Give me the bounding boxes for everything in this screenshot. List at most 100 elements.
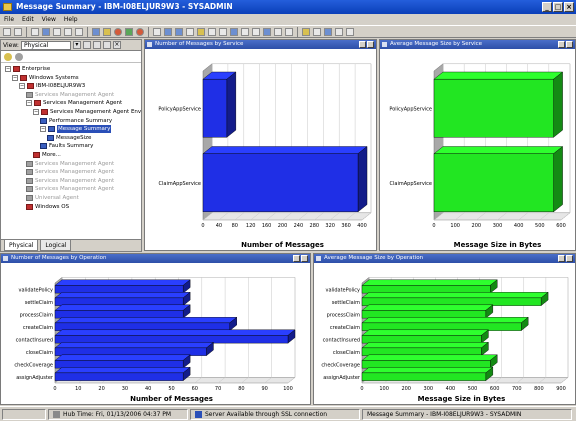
query-editor-icon[interactable] [324, 27, 332, 36]
linear-gauge-icon[interactable] [208, 27, 216, 36]
pie-chart-icon[interactable] [164, 27, 172, 36]
tree-node[interactable]: Universal Agent [26, 194, 79, 202]
panel-maximize-button[interactable] [359, 41, 366, 48]
update-icon[interactable] [4, 52, 12, 61]
new-window-icon[interactable] [53, 27, 61, 36]
refresh-icon[interactable] [125, 27, 133, 36]
toolbar-separator [26, 26, 27, 37]
float-icon[interactable] [92, 41, 101, 49]
panel-close-button[interactable] [367, 41, 374, 48]
bar-chart-icon[interactable] [175, 27, 183, 36]
view-select[interactable]: Physical [20, 40, 71, 50]
settings-icon[interactable] [15, 52, 23, 61]
tick-label: 600 [556, 223, 566, 229]
edit-icon[interactable] [103, 27, 111, 36]
plot-chart-icon[interactable] [186, 27, 194, 36]
collapse-icon[interactable]: − [5, 66, 11, 72]
terminal-view-icon[interactable] [263, 27, 271, 36]
category-label: assignAdjuster [16, 375, 54, 381]
situation-editor-icon[interactable] [302, 27, 310, 36]
chevron-down-icon[interactable]: ▾ [72, 41, 81, 49]
collapse-icon[interactable]: − [40, 126, 46, 133]
tree-node[interactable]: − IBM-I08ELJUR9W3 [19, 82, 85, 90]
take-action-icon[interactable] [252, 27, 260, 36]
maximize-pane-icon[interactable] [102, 41, 111, 49]
bar-front [361, 335, 482, 344]
tree-node[interactable]: Services Management Agent [26, 177, 114, 185]
menu-help[interactable]: Help [64, 14, 78, 25]
close-button[interactable]: × [564, 2, 574, 12]
category-label: settleClaim [332, 300, 360, 306]
collapse-icon[interactable]: − [26, 100, 32, 107]
menu-view[interactable]: View [42, 14, 56, 25]
agent-icon [26, 169, 33, 176]
tick-label: 30 [122, 386, 128, 392]
tree-node[interactable]: More... [33, 151, 61, 159]
tab-physical[interactable]: Physical [4, 240, 39, 251]
panel-maximize-button[interactable] [558, 41, 565, 48]
user-admin-icon[interactable] [335, 27, 343, 36]
panel-close-button[interactable] [566, 41, 573, 48]
tree-node[interactable]: − Message Summary [40, 125, 112, 134]
collapse-icon[interactable]: − [12, 74, 18, 81]
panel-maximize-button[interactable] [558, 255, 565, 262]
save-icon[interactable] [64, 27, 72, 36]
agent-icon [41, 109, 48, 115]
tree-node[interactable]: − Services Management Agent Env [33, 108, 141, 116]
tree-node[interactable]: Faults Summary [40, 142, 93, 150]
circular-gauge-icon[interactable] [197, 27, 205, 36]
forward-icon[interactable] [14, 27, 22, 36]
notepad-icon[interactable] [219, 27, 227, 36]
tick-label: 100 [450, 223, 460, 229]
workspace-icon[interactable] [42, 27, 50, 36]
panel-maximize-button[interactable] [293, 255, 300, 262]
browser-view-icon[interactable] [274, 27, 282, 36]
collapse-icon[interactable]: − [33, 109, 39, 115]
bar-top [361, 329, 489, 336]
maximize-button[interactable]: □ [553, 2, 563, 12]
tick-label: 50 [168, 386, 174, 392]
bar-front [361, 347, 482, 356]
collapse-icon[interactable]: − [19, 83, 25, 90]
menu-file[interactable]: File [4, 14, 14, 25]
bar-side [553, 71, 563, 138]
panel-close-button[interactable] [566, 255, 573, 262]
print-icon[interactable] [75, 27, 83, 36]
close-pane-icon[interactable]: × [112, 41, 121, 49]
tree-node[interactable]: Performance Summary [40, 117, 112, 125]
back-icon[interactable] [3, 27, 11, 36]
tick-label: 300 [493, 223, 503, 229]
tab-logical[interactable]: Logical [40, 240, 72, 251]
situation-icon[interactable] [136, 27, 144, 36]
bar-front [54, 372, 184, 381]
tick-label: 500 [468, 386, 478, 392]
tree-node[interactable]: − Services Management Agent [26, 99, 122, 107]
split-icon[interactable] [82, 41, 91, 49]
tree-node[interactable]: Services Management Agent [26, 168, 114, 176]
event-console-icon[interactable] [230, 27, 238, 36]
graphic-view-icon[interactable] [241, 27, 249, 36]
tree-node[interactable]: Windows OS [26, 203, 69, 211]
stop-icon[interactable] [114, 27, 122, 36]
panel-close-button[interactable] [301, 255, 308, 262]
tree-node[interactable]: − Enterprise [5, 65, 50, 73]
bar-top [54, 367, 191, 374]
filter-icon[interactable] [285, 27, 293, 36]
table-view-icon[interactable] [153, 27, 161, 36]
bar-top [361, 354, 498, 361]
history-icon[interactable] [313, 27, 321, 36]
menu-edit[interactable]: Edit [22, 14, 34, 25]
minimize-button[interactable]: _ [542, 2, 552, 12]
windows-systems-icon [20, 74, 27, 81]
tree-node[interactable]: MessageSize [47, 134, 91, 142]
home-icon[interactable] [31, 27, 39, 36]
view-label: View: [3, 41, 19, 49]
tree-node[interactable]: Services Management Agent [26, 91, 114, 99]
help-icon[interactable] [346, 27, 354, 36]
tree-node[interactable]: Services Management Agent [26, 185, 114, 193]
properties-icon[interactable] [92, 27, 100, 36]
bar-front [202, 153, 359, 213]
tree-node[interactable]: − Windows Systems [12, 74, 79, 82]
category-label: createClaim [23, 325, 53, 331]
tree-node[interactable]: Services Management Agent [26, 160, 114, 168]
